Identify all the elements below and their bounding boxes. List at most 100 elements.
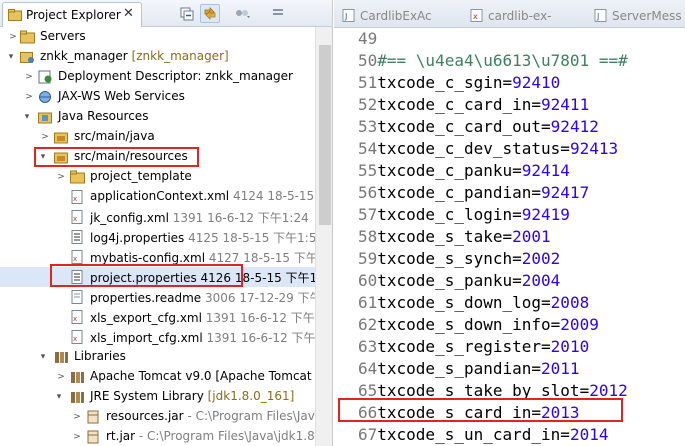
tab-project-explorer[interactable]: Project Explorer ✕ bbox=[2, 2, 142, 27]
tree-item-jar[interactable]: > rt.jar - C:\Program Files\Java\jdk1.8 bbox=[0, 427, 315, 446]
tree-item-label: znkk_manager bbox=[40, 49, 128, 63]
code-line: 63txcode_s_register=2010 bbox=[358, 337, 590, 356]
xml-file-icon: x bbox=[71, 250, 83, 264]
tree-item-java-resources[interactable]: ▾ Java Resources bbox=[0, 107, 315, 127]
editor-tab[interactable]: J ServerMess bbox=[590, 3, 685, 28]
project-tree: > Servers ▾ znkk_manager [znkk_manager] … bbox=[0, 27, 315, 446]
code-line: 67txcode_s_un_card_in=2014 bbox=[358, 425, 609, 444]
collapse-arrow-icon[interactable]: ▾ bbox=[22, 110, 32, 124]
tree-item-label: log4j.properties bbox=[90, 231, 185, 245]
tree-item-label-group: log4j.properties 4125 18-5-15 下午1:5 bbox=[90, 229, 315, 246]
code-line: 59txcode_s_synch=2002 bbox=[358, 249, 561, 268]
tree-item-file[interactable]: x jk_config.xml 1391 16-6-12 下午1:24 bbox=[0, 207, 315, 227]
svg-text:x: x bbox=[73, 255, 77, 263]
collapse-arrow-icon[interactable]: ▾ bbox=[6, 50, 16, 64]
collapse-all-button[interactable] bbox=[177, 4, 197, 23]
tree-item-meta: - C:\Program Files\Jav bbox=[187, 409, 315, 423]
tree-item-file[interactable]: x xls_import_cfg.xml 1391 16-6-12 下午1 bbox=[0, 327, 315, 347]
tree-item-label-group: rt.jar - C:\Program Files\Java\jdk1.8 bbox=[106, 429, 315, 443]
tree-item-label: JAX-WS Web Services bbox=[58, 89, 185, 103]
filter-button[interactable] bbox=[232, 4, 252, 23]
line-number: 53 bbox=[358, 117, 378, 136]
xml-file-icon: x bbox=[71, 310, 83, 324]
properties-file-icon bbox=[71, 230, 83, 244]
tree-item-label-group: xls_import_cfg.xml 1391 16-6-12 下午1 bbox=[90, 329, 315, 346]
expand-arrow-icon[interactable]: > bbox=[24, 90, 34, 104]
line-number: 57 bbox=[358, 205, 378, 224]
line-number: 62 bbox=[358, 315, 378, 334]
tree-item-jar[interactable]: > resources.jar - C:\Program Files\Jav bbox=[0, 407, 315, 427]
tree-item-servers[interactable]: > Servers bbox=[0, 27, 315, 47]
expand-arrow-icon[interactable]: > bbox=[8, 30, 18, 44]
scrollbar-thumb[interactable] bbox=[319, 45, 331, 225]
tree-item-file[interactable]: x xls_export_cfg.xml 1391 16-6-12 下午1 bbox=[0, 307, 315, 327]
property-value: 92413 bbox=[569, 139, 619, 158]
code-line: 50#== \u4ea4\u6613\u7801 ==# bbox=[358, 50, 685, 72]
property-value: 92410 bbox=[512, 73, 561, 92]
libraries-icon bbox=[55, 352, 68, 363]
property-key: txcode_c_card_out bbox=[377, 117, 542, 136]
tree-item-meta: - C:\Program Files\Java\jdk1.8 bbox=[138, 429, 315, 443]
line-number: 50 bbox=[358, 51, 378, 70]
tree-item-meta: 4124 18-5-15 bbox=[232, 189, 315, 203]
folder-icon bbox=[70, 170, 85, 184]
property-value: 92411 bbox=[541, 95, 590, 114]
expand-arrow-icon[interactable]: > bbox=[56, 170, 66, 184]
tree-item-libraries[interactable]: ▾ Libraries bbox=[0, 347, 315, 367]
tree-item-label-group: applicationContext.xml 4124 18-5-15 bbox=[90, 189, 314, 203]
explorer-scrollbar[interactable] bbox=[315, 27, 332, 446]
java-file-icon: J bbox=[342, 9, 355, 22]
filter-icon bbox=[236, 10, 250, 18]
code-line: 53txcode_c_card_out=92412 bbox=[358, 117, 599, 136]
expand-arrow-icon[interactable]: > bbox=[56, 370, 66, 384]
tree-item-label-group: properties.readme 3006 17-12-29 下午 bbox=[90, 289, 315, 306]
tree-item-jax-ws[interactable]: > JAX-WS Web Services bbox=[0, 87, 315, 107]
project-icon bbox=[20, 52, 34, 63]
tree-item-meta: 4127 18-5-15 下午 bbox=[208, 251, 315, 265]
property-key: txcode_c_dev_status bbox=[377, 139, 561, 158]
project-explorer-header: Project Explorer ✕ bbox=[0, 0, 332, 27]
svg-text:x: x bbox=[473, 12, 478, 21]
collapse-arrow-icon[interactable]: ▾ bbox=[38, 350, 48, 364]
expand-arrow-icon[interactable]: > bbox=[40, 130, 50, 144]
expand-arrow-icon[interactable]: > bbox=[72, 410, 82, 424]
tree-item-tomcat-library[interactable]: > Apache Tomcat v9.0 [Apache Tomcat v bbox=[0, 367, 315, 387]
project-explorer-icon bbox=[8, 9, 22, 21]
properties-editor: J CardlibExAc x cardlib-ex- J ServerMess… bbox=[334, 0, 685, 446]
library-icon bbox=[71, 372, 84, 383]
tree-item-file[interactable]: log4j.properties 4125 18-5-15 下午1:5 bbox=[0, 227, 315, 247]
editor-tab[interactable]: x cardlib-ex- bbox=[466, 3, 576, 28]
tree-item-project[interactable]: ▾ znkk_manager [znkk_manager] bbox=[0, 47, 315, 67]
property-value: 92412 bbox=[550, 117, 599, 136]
code-line: 52txcode_c_card_in=92411 bbox=[358, 95, 590, 114]
tree-item-project-template[interactable]: > project_template bbox=[0, 167, 315, 187]
code-line: 64txcode_s_pandian=2011 bbox=[358, 359, 580, 378]
code-line: 56txcode_c_pandian=92417 bbox=[358, 183, 590, 202]
jar-icon bbox=[87, 430, 99, 444]
code-line: 49 bbox=[358, 28, 685, 50]
property-value: 2008 bbox=[550, 293, 590, 312]
jar-icon bbox=[87, 410, 99, 424]
tree-item-file[interactable]: x applicationContext.xml 4124 18-5-15 bbox=[0, 187, 315, 207]
tree-item-label-group: resources.jar - C:\Program Files\Jav bbox=[106, 409, 315, 423]
folder-icon bbox=[20, 30, 35, 44]
code-area[interactable]: 49 50#== \u4ea4\u6613\u7801 ==# 51txcode… bbox=[334, 28, 685, 446]
close-icon[interactable]: ✕ bbox=[123, 6, 134, 21]
tree-item-src-main-java[interactable]: > src/main/java bbox=[0, 127, 315, 147]
property-key: txcode_c_login bbox=[377, 205, 513, 224]
code-line: 60txcode_s_panku=2004 bbox=[358, 271, 561, 290]
tree-item-deployment-descriptor[interactable]: > Deployment Descriptor: znkk_manager bbox=[0, 67, 315, 87]
property-value: 2001 bbox=[512, 227, 551, 246]
collapse-arrow-icon[interactable]: ▾ bbox=[54, 390, 64, 404]
code-line: 55txcode_c_panku=92414 bbox=[358, 161, 570, 180]
tree-item-jre-library[interactable]: ▾ JRE System Library [jdk1.8.0_161] bbox=[0, 387, 315, 407]
web-services-icon bbox=[39, 91, 51, 103]
expand-arrow-icon[interactable]: > bbox=[72, 430, 82, 444]
tree-item-label: rt.jar bbox=[106, 429, 136, 443]
link-with-editor-button[interactable] bbox=[200, 4, 220, 23]
expand-arrow-icon[interactable]: > bbox=[24, 70, 34, 84]
editor-tab[interactable]: J CardlibExAc bbox=[338, 3, 448, 28]
editor-tab-label: ServerMess bbox=[612, 9, 682, 23]
tree-item-file[interactable]: properties.readme 3006 17-12-29 下午 bbox=[0, 287, 315, 307]
view-menu-button[interactable] bbox=[268, 4, 288, 23]
